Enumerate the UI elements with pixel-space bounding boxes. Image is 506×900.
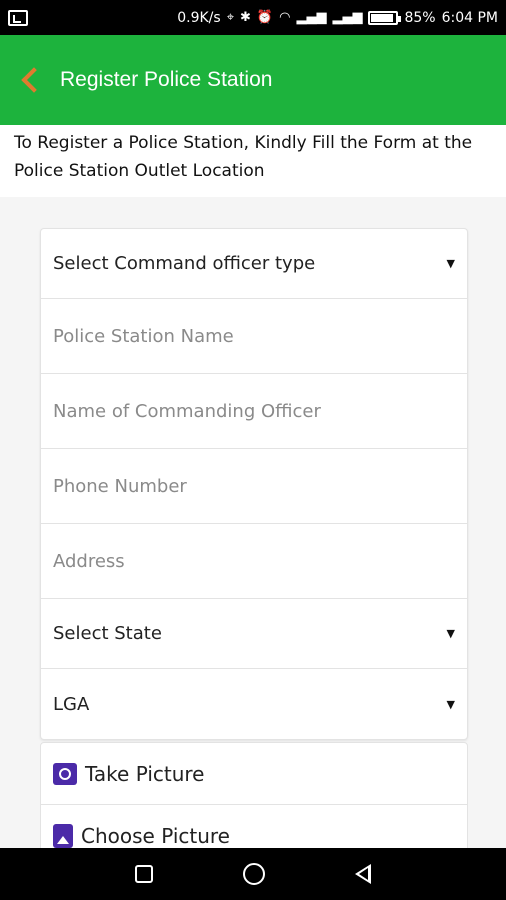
alarm-icon: ⏰ bbox=[256, 10, 274, 25]
camera-icon bbox=[53, 762, 77, 785]
signal-2-icon: ▂▄▆ bbox=[332, 10, 363, 25]
home-icon[interactable] bbox=[243, 863, 265, 885]
state-select[interactable]: Select State ▼ bbox=[41, 599, 467, 669]
picture-card: Take Picture Choose Picture bbox=[40, 742, 468, 852]
phone-row bbox=[41, 449, 467, 524]
image-icon bbox=[53, 823, 73, 848]
officer-type-value: Select Command officer type bbox=[53, 253, 316, 274]
bluetooth-icon: ✱ bbox=[240, 10, 251, 25]
dropdown-arrow-icon: ▼ bbox=[446, 697, 455, 711]
back-button[interactable] bbox=[0, 35, 60, 125]
address-row bbox=[41, 524, 467, 599]
navigation-bar bbox=[0, 848, 506, 900]
back-arrow-icon bbox=[21, 67, 47, 93]
recent-apps-icon[interactable] bbox=[135, 865, 153, 883]
choose-picture-label: Choose Picture bbox=[81, 823, 230, 848]
app-bar: Register Police Station bbox=[0, 35, 506, 125]
battery-percent: 85% bbox=[404, 9, 436, 26]
status-indicators: 0.9K/s ⌖ ✱ ⏰ ◠ ▂▄▆ ▂▄▆ 85% 6:04 PM bbox=[177, 10, 498, 26]
state-value: Select State bbox=[53, 623, 162, 644]
location-icon: ⌖ bbox=[226, 10, 235, 25]
choose-picture-button[interactable]: Choose Picture bbox=[41, 805, 467, 851]
battery-icon bbox=[368, 10, 402, 25]
registration-form: Select Command officer type ▼ Select Sta… bbox=[40, 228, 468, 740]
phone-input[interactable] bbox=[53, 475, 455, 497]
officer-name-input[interactable] bbox=[53, 400, 455, 422]
clock: 6:04 PM bbox=[441, 9, 498, 26]
network-speed: 0.9K/s bbox=[177, 9, 221, 26]
address-input[interactable] bbox=[53, 550, 455, 572]
page-title: Register Police Station bbox=[60, 68, 273, 91]
wifi-icon: ◠ bbox=[279, 10, 291, 25]
station-name-input[interactable] bbox=[53, 325, 455, 347]
instructions-text: To Register a Police Station, Kindly Fil… bbox=[0, 125, 506, 197]
nav-back-icon[interactable] bbox=[355, 864, 371, 884]
take-picture-label: Take Picture bbox=[85, 761, 205, 786]
signal-icon: ▂▄▆ bbox=[296, 10, 327, 25]
dropdown-arrow-icon: ▼ bbox=[446, 627, 455, 640]
lga-value: LGA bbox=[53, 693, 90, 715]
status-bar: 0.9K/s ⌖ ✱ ⏰ ◠ ▂▄▆ ▂▄▆ 85% 6:04 PM bbox=[0, 0, 506, 35]
screenshot-icon bbox=[8, 9, 28, 26]
take-picture-button[interactable]: Take Picture bbox=[41, 743, 467, 805]
dropdown-arrow-icon: ▼ bbox=[446, 257, 455, 270]
officer-type-select[interactable]: Select Command officer type ▼ bbox=[41, 229, 467, 299]
lga-select[interactable]: LGA ▼ bbox=[41, 669, 467, 739]
officer-name-row bbox=[41, 374, 467, 449]
station-name-row bbox=[41, 299, 467, 374]
